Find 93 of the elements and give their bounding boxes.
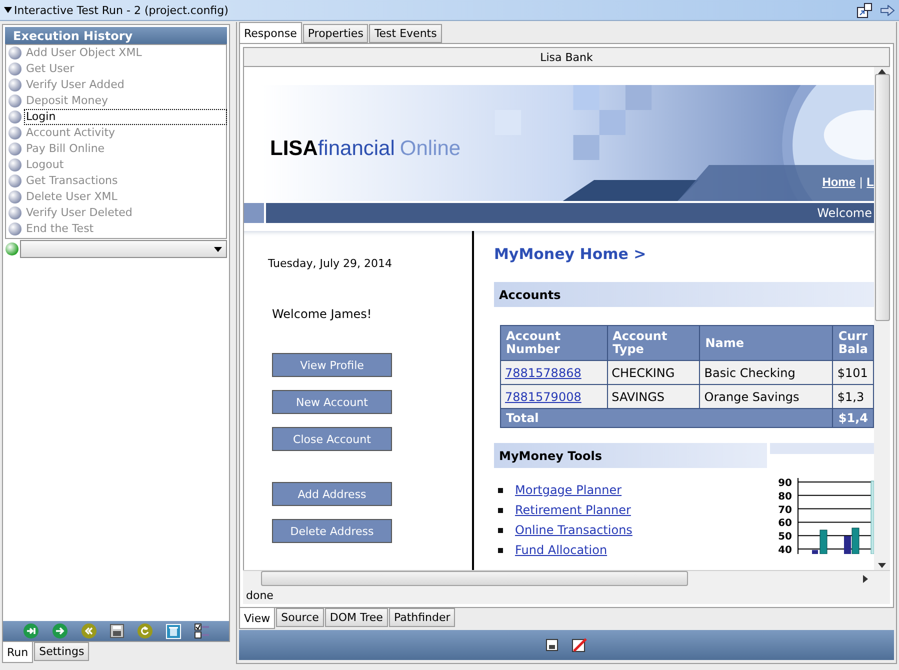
refresh-icon[interactable]	[136, 623, 152, 639]
history-item[interactable]: Pay Bill Online	[25, 142, 105, 156]
tab[interactable]: Run	[2, 642, 34, 663]
nav-link[interactable]: L	[866, 175, 874, 189]
trash-icon[interactable]	[166, 624, 180, 638]
column-header: Curr Bala	[832, 326, 874, 360]
tab[interactable]: DOM Tree	[324, 608, 388, 627]
total-value: $1,4	[832, 408, 874, 428]
tab[interactable]: Pathfinder	[388, 608, 456, 627]
dropdown-field[interactable]	[20, 240, 227, 258]
scroll-down-icon[interactable]	[878, 563, 886, 568]
column-header: Account Type	[607, 326, 700, 360]
maximize-icon[interactable]	[857, 2, 872, 18]
tab[interactable]: Settings	[34, 642, 90, 661]
history-item[interactable]: Verify User Added	[25, 78, 124, 92]
column-header: Name	[700, 326, 833, 360]
arrow-right-icon[interactable]	[880, 4, 895, 16]
welcome-text: Welcome	[817, 206, 872, 220]
tab[interactable]: Source	[276, 608, 324, 627]
table-cell: $1,3	[832, 384, 874, 408]
bar-chart-drawing: 90 80 70 60 50 40	[770, 468, 874, 554]
tab[interactable]: Response	[239, 22, 302, 43]
status-icon	[8, 62, 22, 76]
save-icon[interactable]	[546, 639, 558, 651]
window-title: Interactive Test Run - 2 (project.config)	[14, 4, 228, 16]
history-item[interactable]: Login	[25, 110, 226, 124]
status-icon	[8, 174, 22, 188]
bullet-icon	[498, 508, 503, 512]
arrow-right-icon[interactable]	[52, 623, 68, 639]
collapse-icon[interactable]	[4, 6, 12, 14]
rewind-icon[interactable]	[80, 623, 96, 639]
history-item[interactable]: End the Test	[25, 222, 94, 236]
status-icon	[8, 78, 22, 92]
greeting-text: Welcome James!	[272, 307, 373, 321]
history-item[interactable]: Get Transactions	[25, 174, 118, 188]
tool-link[interactable]: Mortgage Planner	[515, 483, 622, 497]
tool-link[interactable]: Online Transactions	[515, 523, 632, 537]
table-cell: $101	[832, 360, 874, 384]
bullet-icon	[498, 528, 503, 532]
web-button[interactable]: Add Address	[272, 482, 392, 506]
web-button[interactable]: New Account	[272, 390, 392, 414]
status-icon	[8, 94, 22, 108]
history-item[interactable]: Account Activity	[25, 126, 116, 140]
scroll-right-icon[interactable]	[863, 574, 868, 582]
web-button[interactable]: View Profile	[272, 353, 392, 377]
history-item[interactable]: Add User Object XML	[25, 46, 142, 60]
tab[interactable]: Properties	[302, 24, 368, 43]
web-button[interactable]: Delete Address	[272, 519, 392, 543]
status-icon	[8, 126, 22, 140]
bullet-icon	[498, 488, 503, 492]
section-title: MyMoney Tools	[499, 448, 602, 462]
tab[interactable]: Test Events	[369, 24, 442, 43]
status-icon	[8, 222, 22, 236]
status-icon	[8, 206, 22, 220]
nav-link[interactable]: Home	[822, 175, 856, 189]
history-item[interactable]: Verify User Deleted	[25, 206, 132, 220]
section-header: Execution History	[5, 27, 227, 44]
history-item[interactable]: Get User	[25, 62, 74, 76]
bar-square	[244, 203, 264, 223]
history-item[interactable]: Deposit Money	[25, 94, 108, 108]
vertical-scrollbar[interactable]	[874, 67, 890, 570]
checklist-icon[interactable]	[194, 623, 210, 639]
table-cell: Basic Checking	[700, 360, 833, 384]
save-icon[interactable]	[110, 624, 124, 638]
table-cell: SAVINGS	[607, 384, 700, 408]
section-title: Accounts	[499, 288, 561, 302]
status-icon	[8, 190, 22, 204]
no-entry-icon[interactable]	[572, 638, 588, 652]
step-icon[interactable]	[22, 623, 38, 639]
page-heading: MyMoney Home >	[494, 245, 648, 263]
history-item[interactable]: Logout	[25, 158, 64, 172]
horizontal-scrollbar[interactable]	[243, 570, 890, 586]
column-header: Account Number	[500, 326, 608, 360]
total-label: Total	[500, 408, 833, 428]
web-button[interactable]: Close Account	[272, 427, 392, 451]
caret-icon	[214, 246, 222, 252]
table-cell: CHECKING	[607, 360, 700, 384]
status-text: done	[243, 586, 890, 604]
table-cell: Orange Savings	[700, 384, 833, 408]
status-icon	[5, 242, 19, 256]
status-icon	[8, 158, 22, 172]
tab[interactable]: View	[239, 608, 276, 629]
date-text: Tuesday, July 29, 2014	[268, 257, 394, 270]
tool-link[interactable]: Retirement Planner	[515, 503, 631, 517]
tool-link[interactable]: Fund Allocation	[515, 543, 608, 557]
status-icon	[8, 46, 22, 60]
history-item[interactable]: Delete User XML	[25, 190, 118, 204]
separator: |	[860, 175, 863, 189]
frame-title: Lisa Bank	[243, 47, 890, 67]
status-icon	[8, 110, 22, 124]
status-icon	[8, 142, 22, 156]
logo: LISAfinancial Online	[269, 137, 462, 161]
bullet-icon	[498, 548, 503, 552]
